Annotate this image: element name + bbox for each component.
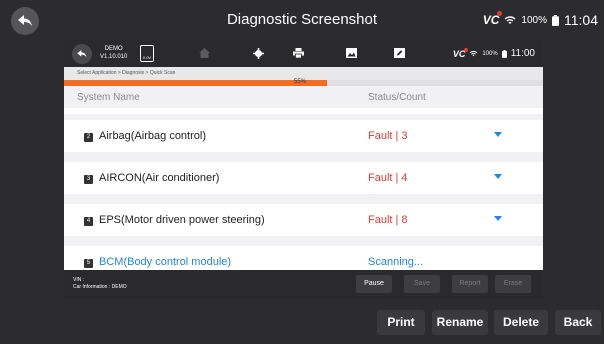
column-status-count: Status/Count [368,92,426,103]
action-bar: Print Rename Delete Back [0,298,604,344]
screenshot-image: DEMO V1.10.010 0.0V VC 100% 11:00 Select… [64,40,543,298]
rename-button[interactable]: Rename [432,310,488,335]
voltage-icon: 0.0V [140,45,154,62]
inner-back-button [72,44,92,64]
row-number-badge: 2 [84,133,93,142]
status-bar: VC 100% 11:04 [483,11,598,28]
row-number-badge: 5 [84,259,93,268]
system-status: Fault | 3 [368,130,408,142]
settings-icon [251,46,265,60]
back-text-button[interactable]: Back [555,310,601,335]
home-icon [197,46,211,60]
erase-button: Erase [495,275,531,293]
report-button: Report [452,275,488,293]
system-status: Fault | 8 [368,214,408,226]
row-number-badge: 3 [84,175,93,184]
inner-bottom-bar: VIN : Car Information : DEMO Pause Save … [64,270,543,298]
table-header: System Name Status/Count [64,86,543,108]
system-status: Scanning... [368,256,424,268]
row-number-badge: 4 [84,217,93,226]
back-arrow-icon [77,50,87,58]
battery-percent: 100% [521,14,547,26]
system-name: BCM(Body control module) [99,256,232,268]
vehicle-info: VIN : Car Information : DEMO [73,277,127,290]
battery-percent: 100% [482,50,498,57]
wifi-icon [469,50,478,57]
expand-arrow-icon [494,132,502,137]
edit-icon [392,46,406,60]
system-row: 2 Airbag(Airbag control) Fault | 3 [64,114,543,152]
progress-label: 55% [294,79,307,85]
print-icon [291,46,305,60]
print-button[interactable]: Print [377,310,425,335]
system-name: EPS(Motor driven power steering) [99,214,265,226]
system-row: 3 AIRCON(Air conditioner) Fault | 4 [64,156,543,194]
save-button: Save [404,275,440,293]
inner-status-bar: VC 100% 11:00 [453,47,535,59]
expand-arrow-icon [494,216,502,221]
delete-button[interactable]: Delete [494,310,548,335]
system-row: 4 EPS(Motor driven power steering) Fault |… [64,198,543,236]
vci-icon: VC [453,47,469,59]
battery-icon [552,14,559,26]
system-status: Fault | 4 [368,172,408,184]
clock: 11:04 [564,12,598,28]
battery-icon [501,49,507,58]
column-system-name: System Name [77,92,140,103]
diagnostic-screenshot-viewer: Diagnostic Screenshot VC 100% 11:04 DEMO… [0,0,604,344]
wifi-icon [504,16,516,24]
system-name: Airbag(Airbag control) [99,130,206,142]
title-bar: Diagnostic Screenshot VC 100% 11:04 [0,0,604,40]
inner-toolbar: DEMO V1.10.010 0.0V VC 100% 11:00 [64,40,543,67]
expand-arrow-icon [494,174,502,179]
demo-version: DEMO V1.10.010 [100,46,128,60]
image-icon [344,46,358,60]
clock: 11:00 [510,48,535,59]
system-name: AIRCON(Air conditioner) [99,172,220,184]
vci-icon: VC [483,11,503,27]
pause-button: Pause [356,275,392,293]
